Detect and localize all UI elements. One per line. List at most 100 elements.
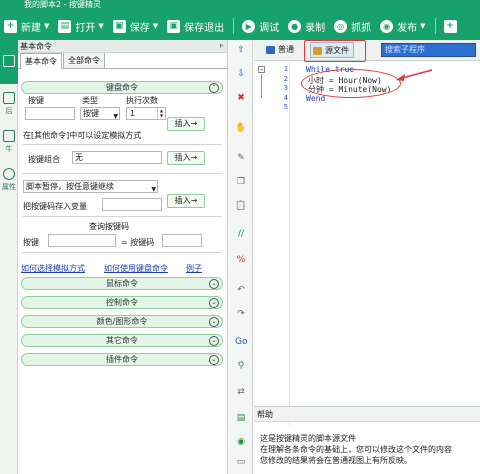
query-key-input[interactable] [48, 234, 116, 247]
copy-icon[interactable]: ❐ [235, 176, 247, 188]
link-keyboard-usage[interactable]: 如何使用键盘命令 [104, 263, 168, 274]
undo-icon[interactable]: ↶ [235, 284, 247, 296]
fold-guide [261, 74, 262, 98]
tab-all-commands[interactable]: 全部命令 [63, 52, 105, 68]
query-key-label: 按键 [23, 238, 39, 247]
section-control-commands[interactable]: 控制命令 ⌄ [21, 296, 223, 309]
chevron-down-icon[interactable]: ▼ [98, 22, 103, 30]
toolbar-button-label: 抓抓 [351, 22, 372, 34]
toolbar-button-label: 打开 [75, 22, 96, 34]
left-strip-item-script[interactable] [0, 40, 18, 84]
eye-icon[interactable]: ◉ [235, 436, 247, 448]
uncomment-icon[interactable]: % [235, 254, 247, 266]
divider [22, 173, 222, 174]
key-code-label: = 按键码 [121, 238, 155, 247]
left-strip-item-2[interactable]: 后 [0, 92, 18, 116]
record-icon: ● [288, 19, 302, 33]
insert-pause-button[interactable]: 插入→ [167, 194, 205, 208]
script-editor: 普通 源文件 搜索子程序 1 2 3 4 5− While true 小时 = Hour(… [254, 40, 480, 474]
fold-toggle-icon[interactable]: − [258, 66, 265, 73]
main-toolbar: + 新建 ▼ ▤ 打开 ▼ ▣ 保存 ▼ ▣ 保存退出 ▶ 调试 ● 录制 ◎ 抓抓 ◉ 发布 ▼ + [0, 12, 480, 40]
tab-normal-view[interactable]: 普通 [264, 42, 298, 58]
hand-icon[interactable]: ✋ [235, 122, 247, 134]
link-simulation-mode[interactable]: 如何选择模拟方式 [21, 263, 85, 274]
section-mouse-commands[interactable]: 鼠标命令 ⌄ [21, 277, 223, 290]
chevron-down-icon[interactable]: ⌄ [209, 279, 219, 289]
stepper-arrows-icon[interactable]: ▲ ▼ [157, 108, 165, 119]
comment-icon[interactable]: // [235, 228, 247, 240]
window-icon [3, 92, 15, 104]
toolbar-separator [233, 18, 235, 34]
panel-header: 基本命令 ᵖ [18, 40, 227, 53]
paste-icon[interactable]: 📋 [235, 200, 247, 212]
chevron-down-icon[interactable]: ⌄ [209, 336, 219, 346]
insert-combo-button[interactable]: 插入→ [167, 151, 205, 165]
chevron-down-icon[interactable]: ⌄ [209, 355, 219, 365]
section-other-commands[interactable]: 其它命令 ⌄ [21, 334, 223, 347]
command-panel: 基本命令 ᵖ 基本命令 全部命令 键盘命令 ⌃ 按键 类型 执行次数 按键 ▼ 1… [18, 40, 228, 474]
page-icon [3, 130, 15, 142]
toolbar-button-6[interactable]: ◎ 抓抓 [334, 19, 371, 34]
chevron-up-icon[interactable]: ⌃ [209, 83, 219, 93]
toolbar-button-7[interactable]: ◉ 发布 ▼ [380, 19, 426, 34]
normal-view-icon [266, 46, 275, 54]
toolbar-separator [434, 18, 436, 34]
toolbar-button-2[interactable]: ▣ 保存 ▼ [112, 19, 158, 34]
toolbar-button-label: 发布 [397, 22, 418, 34]
chevron-down-icon[interactable]: ⌄ [209, 298, 219, 308]
find-icon[interactable]: ⚲ [235, 360, 247, 372]
combo-label: 按键组合 [28, 155, 60, 164]
chevron-down-icon[interactable]: ▼ [44, 22, 49, 30]
section-plugin-commands[interactable]: 插件命令 ⌄ [21, 353, 223, 366]
goto-icon[interactable]: Go [235, 336, 247, 348]
toolbar-button-1[interactable]: ▤ 打开 ▼ [58, 19, 104, 34]
query-title: 查询按键码 [89, 222, 129, 231]
line-gutter: 1 2 3 4 5 − [254, 63, 290, 425]
chevron-down-icon[interactable]: ▼ [420, 22, 425, 30]
publish-icon: ◉ [380, 19, 394, 33]
window-title: 我的脚本2 - 按键精灵 [0, 0, 480, 12]
type-select[interactable]: 按键 ▼ [80, 107, 120, 120]
down-icon[interactable]: ⇩ [235, 68, 247, 80]
chevron-down-icon[interactable]: ⌄ [209, 317, 219, 327]
pause-select[interactable]: 脚本暂停，按任意键继续 ▼ [23, 180, 158, 193]
script-icon [3, 55, 15, 67]
toolbar-button-4[interactable]: ▶ 调试 [242, 19, 279, 34]
key-code-output[interactable] [162, 234, 202, 247]
toolbar-button-label: 调试 [259, 22, 280, 34]
link-examples[interactable]: 例子 [186, 263, 202, 274]
section-keyboard-commands[interactable]: 键盘命令 ⌃ [21, 81, 223, 94]
redo-icon[interactable]: ↷ [235, 308, 247, 320]
left-strip-item-3[interactable]: 牛 [0, 130, 18, 154]
save-exit-icon: ▣ [167, 19, 181, 33]
count-stepper[interactable]: 1 ▲ ▼ [126, 107, 166, 120]
paint-icon[interactable]: ✎ [235, 152, 247, 164]
line-number: 4 [283, 93, 288, 102]
left-strip: 后 牛 属性 [0, 40, 18, 474]
delete-icon[interactable]: ✖ [235, 92, 247, 104]
key-label: 按键 [28, 96, 44, 105]
screen-icon[interactable]: ▭ [235, 456, 247, 468]
dropdown-arrow-icon: ▼ [113, 113, 118, 120]
subroutine-search[interactable]: 搜索子程序 [381, 43, 476, 57]
left-strip-item-properties[interactable]: 属性 [0, 168, 18, 192]
toolbar-button-5[interactable]: ● 录制 [288, 19, 325, 34]
key-input[interactable] [25, 107, 75, 120]
replace-icon[interactable]: ⇄ [235, 386, 247, 398]
tab-basic-commands[interactable]: 基本命令 [20, 53, 62, 69]
combo-input[interactable]: 无 [72, 151, 162, 164]
code-area[interactable]: 1 2 3 4 5− While true 小时 = Hour(Now) 分钟 = Minu… [254, 63, 480, 425]
bookmark-icon[interactable]: ▤ [235, 412, 247, 424]
pin-icon[interactable]: ᵖ [220, 40, 223, 53]
up-icon[interactable]: ⇧ [235, 44, 247, 56]
toolbar-button-3[interactable]: ▣ 保存退出 [167, 19, 224, 34]
toolbar-button-8[interactable]: + [443, 19, 461, 33]
store-code-input[interactable] [102, 198, 162, 211]
divider [22, 216, 222, 217]
section-color-image-commands[interactable]: 颜色/图形命令 ⌄ [21, 315, 223, 328]
chevron-down-icon[interactable]: ▼ [153, 22, 158, 30]
simulation-note: 在[其他命令]中可以设定模拟方式 [23, 131, 142, 140]
toolbar-button-0[interactable]: + 新建 ▼ [4, 19, 49, 34]
toolbar-button-label: 保存 [129, 22, 150, 34]
insert-key-button[interactable]: 插入→ [167, 117, 205, 131]
